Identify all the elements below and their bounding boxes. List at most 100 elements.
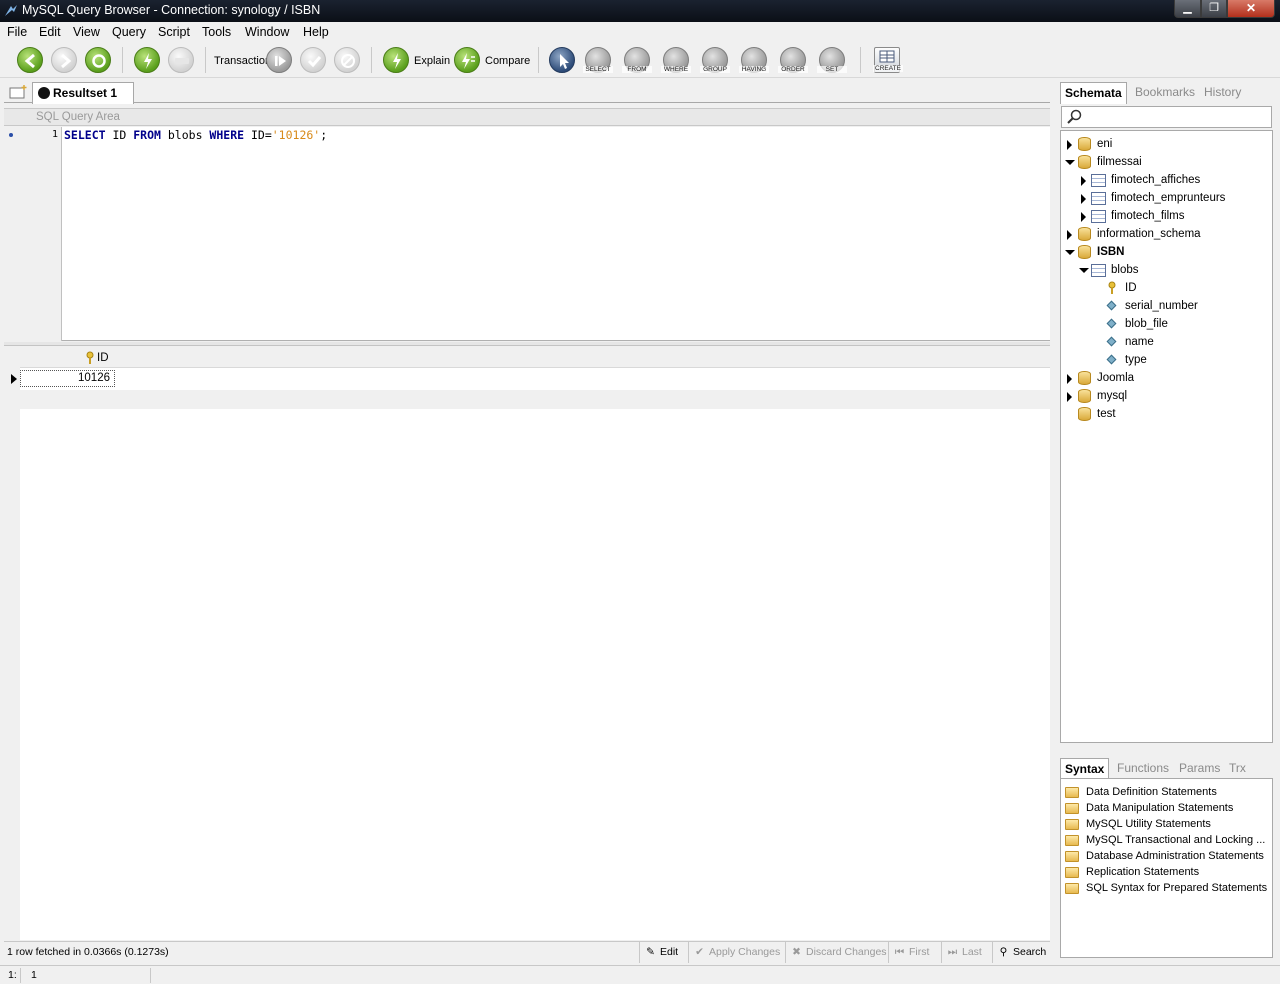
having-clause-button[interactable]: HAVING <box>739 47 769 73</box>
column-type[interactable]: type <box>1061 352 1271 370</box>
sql-editor[interactable]: 1 SELECT ID FROM blobs WHERE ID='10126'; <box>4 127 1050 341</box>
tab-resultset-1[interactable]: Resultset 1 <box>32 82 134 104</box>
tab-bookmarks[interactable]: Bookmarks <box>1135 85 1195 99</box>
select-clause-button[interactable]: SELECT <box>583 47 613 73</box>
tab-history[interactable]: History <box>1204 85 1241 99</box>
menu-window[interactable]: Window <box>245 25 289 39</box>
new-tab-icon[interactable] <box>7 84 29 100</box>
search-icon <box>1067 109 1082 124</box>
schema-joomla[interactable]: Joomla <box>1061 370 1271 388</box>
syntax-list[interactable]: Data Definition Statements Data Manipula… <box>1060 778 1273 958</box>
result-grid[interactable]: ID 10126 <box>4 348 1050 940</box>
menu-file[interactable]: File <box>7 25 27 39</box>
database-icon <box>1078 245 1091 259</box>
schema-isbn[interactable]: ISBN <box>1061 244 1271 262</box>
table-fimotech-affiches[interactable]: fimotech_affiches <box>1061 172 1271 190</box>
primary-key-icon <box>1108 281 1116 294</box>
menu-edit[interactable]: Edit <box>39 25 61 39</box>
commit-button[interactable] <box>300 47 326 73</box>
code-text: blobs <box>160 128 210 142</box>
column-serial-number[interactable]: serial_number <box>1061 298 1271 316</box>
tab-params[interactable]: Params <box>1179 761 1220 775</box>
start-transaction-button[interactable] <box>266 47 292 73</box>
query-pane: Resultset 1 SQL Query Area 1 SELECT ID F… <box>4 82 1050 963</box>
folder-icon <box>1065 867 1079 878</box>
schema-information-schema[interactable]: information_schema <box>1061 226 1271 244</box>
back-button[interactable] <box>17 47 43 73</box>
column-header-id[interactable]: ID <box>97 352 109 364</box>
expand-arrow-icon[interactable] <box>1081 212 1086 222</box>
schema-test[interactable]: test <box>1061 406 1271 424</box>
table-label: fimotech_films <box>1111 210 1185 222</box>
refresh-button[interactable] <box>85 47 111 73</box>
column-icon <box>1106 318 1117 329</box>
expand-arrow-icon[interactable] <box>1067 374 1072 384</box>
menu-tools[interactable]: Tools <box>202 25 231 39</box>
expand-arrow-icon[interactable] <box>1067 230 1072 240</box>
group-caption: GROUP <box>700 66 730 73</box>
tab-functions[interactable]: Functions <box>1117 761 1169 775</box>
rollback-button[interactable] <box>334 47 360 73</box>
menu-script[interactable]: Script <box>158 25 190 39</box>
table-fimotech-emprunteurs[interactable]: fimotech_emprunteurs <box>1061 190 1271 208</box>
table-fimotech-films[interactable]: fimotech_films <box>1061 208 1271 226</box>
schema-filmessai[interactable]: filmessai <box>1061 154 1271 172</box>
menu-query[interactable]: Query <box>112 25 146 39</box>
create-button[interactable]: CREATE <box>873 47 903 73</box>
set-clause-button[interactable]: SET <box>817 47 847 73</box>
menu-view[interactable]: View <box>73 25 100 39</box>
last-button[interactable]: ⏭ Last <box>941 942 991 963</box>
tab-trx[interactable]: Trx <box>1229 761 1246 775</box>
column-name[interactable]: name <box>1061 334 1271 352</box>
syntax-item-label: Database Administration Statements <box>1086 850 1264 862</box>
column-label: serial_number <box>1125 300 1198 312</box>
column-blob-file[interactable]: blob_file <box>1061 316 1271 334</box>
schema-mysql[interactable]: mysql <box>1061 388 1271 406</box>
forward-button[interactable] <box>51 47 77 73</box>
search-button[interactable]: ⚲ Search <box>992 942 1050 963</box>
where-clause-button[interactable]: WHERE <box>661 47 691 73</box>
empty-row[interactable] <box>20 390 1050 409</box>
collapse-arrow-icon[interactable] <box>1065 250 1075 255</box>
maximize-button[interactable]: ❐ <box>1201 0 1227 18</box>
expand-arrow-icon[interactable] <box>1067 140 1072 150</box>
collapse-arrow-icon[interactable] <box>1079 268 1089 273</box>
row-selector-arrow <box>11 374 17 384</box>
first-icon: ⏮ <box>894 946 905 958</box>
select-caption: SELECT <box>583 66 613 73</box>
compare-button[interactable] <box>454 47 480 73</box>
from-clause-button[interactable]: FROM <box>622 47 652 73</box>
checkmark-icon <box>307 56 322 68</box>
execute-button[interactable] <box>134 47 160 73</box>
pointer-button[interactable] <box>549 47 575 73</box>
discard-changes-button[interactable]: ✖ Discard Changes <box>785 942 887 963</box>
expand-arrow-icon[interactable] <box>1067 392 1072 402</box>
grid-cell-id[interactable]: 10126 <box>20 370 115 387</box>
expand-arrow-icon[interactable] <box>1081 194 1086 204</box>
table-blobs[interactable]: blobs <box>1061 262 1271 280</box>
expand-arrow-icon[interactable] <box>1081 176 1086 186</box>
order-clause-button[interactable]: ORDER <box>778 47 808 73</box>
sql-code[interactable]: SELECT ID FROM blobs WHERE ID='10126'; <box>64 128 327 142</box>
schema-tree[interactable]: eni filmessai fimotech_affiches fimotech… <box>1060 130 1273 743</box>
first-button[interactable]: ⏮ First <box>888 942 940 963</box>
group-clause-button[interactable]: GROUP <box>700 47 730 73</box>
minimize-button[interactable]: ▁ <box>1174 0 1201 18</box>
column-id[interactable]: ID <box>1061 280 1271 298</box>
close-button[interactable]: ✕ <box>1227 0 1275 18</box>
folder-icon <box>1065 787 1079 798</box>
tab-syntax[interactable]: Syntax <box>1060 758 1110 779</box>
cancel-icon <box>341 54 355 68</box>
apply-changes-button[interactable]: ✔ Apply Changes <box>688 942 784 963</box>
edit-button[interactable]: ✎ Edit <box>639 942 687 963</box>
menu-help[interactable]: Help <box>303 25 329 39</box>
tab-label: Resultset 1 <box>53 86 118 100</box>
explain-button[interactable] <box>383 47 409 73</box>
schema-search-input[interactable] <box>1061 106 1272 128</box>
collapse-arrow-icon[interactable] <box>1065 160 1075 165</box>
pane-splitter[interactable] <box>4 342 1050 346</box>
schema-eni[interactable]: eni <box>1061 136 1271 154</box>
tab-schemata[interactable]: Schemata <box>1060 82 1127 104</box>
syntax-item-label: Replication Statements <box>1086 866 1200 878</box>
stop-button[interactable] <box>168 47 194 73</box>
